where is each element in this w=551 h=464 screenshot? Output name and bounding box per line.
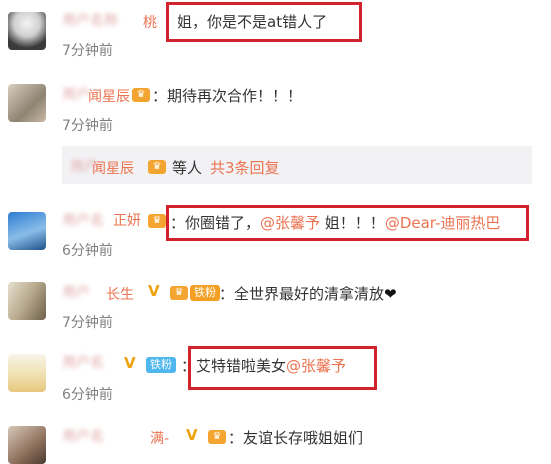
sub-reply-row: 用户 闻星辰 ♛ 等人 共3条回复	[0, 146, 551, 184]
timestamp: 6分钟前	[62, 387, 113, 403]
avatar[interactable]	[8, 282, 46, 320]
comment-text-part: ：全世界最好的清拿清放	[219, 285, 385, 303]
username[interactable]: 闻星辰	[88, 86, 130, 106]
fan-badge: 铁粉	[146, 357, 176, 373]
username[interactable]: 用户名	[62, 426, 132, 446]
highlight-box	[166, 205, 529, 241]
timestamp: 7分钟前	[62, 118, 113, 134]
more-replies-link[interactable]: 共3条回复	[210, 157, 280, 178]
heart-icon: ❤	[384, 285, 397, 303]
comment-row: 用户 闻星辰 ♛ ：期待再次合作！！！ 7分钟前	[0, 70, 551, 140]
username[interactable]: 闻星辰	[92, 158, 134, 178]
vip-crown-icon: ♛	[148, 214, 166, 228]
timestamp: 6分钟前	[62, 243, 113, 259]
highlight-box	[166, 2, 362, 42]
avatar[interactable]	[8, 84, 46, 122]
username[interactable]: 桃	[143, 12, 157, 32]
highlight-box	[188, 346, 377, 390]
comment-text: ：友谊长存哦姐姐们	[228, 429, 364, 447]
verified-v-icon: V	[186, 426, 198, 444]
comment-text: ：全世界最好的清拿清放❤	[219, 283, 397, 304]
avatar[interactable]	[8, 12, 46, 50]
timestamp: 7分钟前	[62, 43, 113, 59]
username[interactable]: 用户名称	[62, 10, 142, 30]
verified-v-icon: V	[124, 354, 136, 372]
vip-crown-icon: ♛	[148, 160, 166, 174]
avatar[interactable]	[8, 212, 46, 250]
vip-crown-icon: ♛	[170, 286, 188, 300]
username[interactable]: 满-	[150, 428, 169, 448]
username[interactable]: 用户名	[62, 352, 122, 372]
avatar[interactable]	[8, 426, 46, 464]
vip-crown-icon: ♛	[208, 430, 226, 444]
comment-row: 用户 长生 V ♛ 铁粉 ：全世界最好的清拿清放❤ 7分钟前	[0, 268, 551, 334]
avatar[interactable]	[8, 354, 46, 392]
username[interactable]: 长生	[106, 284, 134, 304]
vip-crown-icon: ♛	[132, 88, 150, 102]
comment-row: 用户名 满- V ♛ ：友谊长存哦姐姐们	[0, 414, 551, 464]
comment-text: ：期待再次合作！！！	[152, 87, 303, 105]
username[interactable]: 用户	[62, 282, 102, 302]
username[interactable]: 正妍	[113, 210, 141, 230]
fan-badge: 铁粉	[190, 285, 220, 301]
sub-reply-text: 等人	[172, 159, 203, 177]
verified-v-icon: V	[148, 282, 160, 300]
comment-row: 用户名称 桃 姐，你是不是at错人了 7分钟前	[0, 0, 551, 64]
comment-row: 用户名 正妍 ♛ ：你圈错了，@张馨予 姐！！！@Dear-迪丽热巴 6分钟前	[0, 196, 551, 266]
comment-row: 用户名 V 铁粉 ：艾特错啦美女@张馨予 6分钟前	[0, 340, 551, 410]
timestamp: 7分钟前	[62, 315, 113, 331]
